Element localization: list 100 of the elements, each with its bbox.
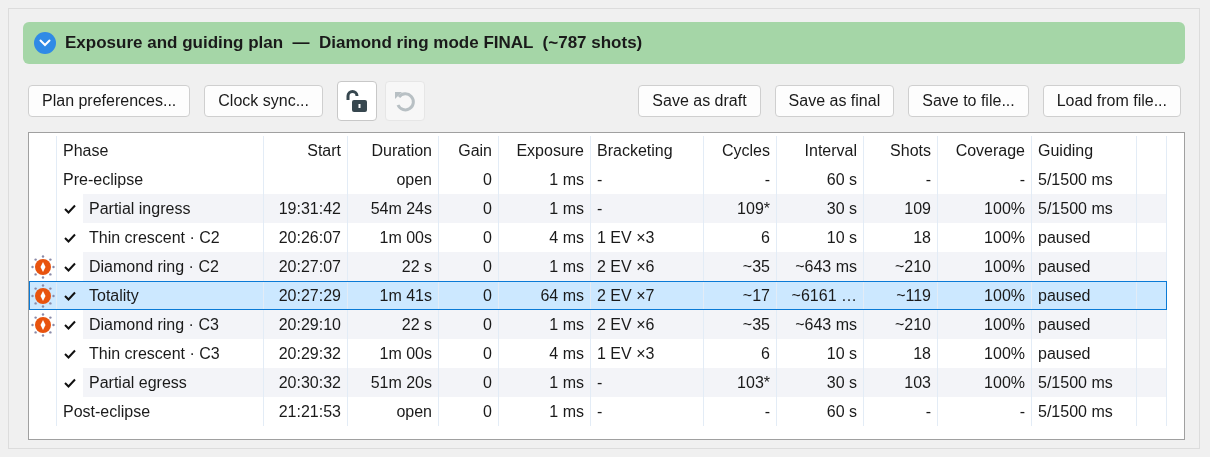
table-cell-text: 109* — [737, 198, 770, 219]
toolbar-button[interactable]: Load from file... — [1042, 85, 1181, 117]
phase-name: Thin crescent · C2 — [89, 227, 220, 248]
table-cell-text: 2 EV ×6 — [597, 256, 655, 277]
table-cell-text: 6 — [761, 227, 770, 248]
table-cell-text: 0 — [483, 169, 492, 190]
phase-name: Partial egress — [89, 372, 187, 393]
phase-name: Diamond ring · C3 — [89, 314, 219, 335]
table-cell-text: 60 s — [826, 401, 857, 422]
table-cell-text: - — [925, 169, 931, 190]
table-cell-text: 1 EV ×3 — [597, 227, 655, 248]
table-cell-text: 0 — [483, 372, 492, 393]
table-cell-text: 20:26:07 — [278, 227, 341, 248]
table-cell-text: 0 — [483, 401, 492, 422]
table-cell-text: ~17 — [742, 285, 770, 306]
table-cell-text: 0 — [483, 198, 492, 219]
toolbar-button[interactable]: Plan preferences... — [28, 85, 191, 117]
table-cell-text: 5/1500 ms — [1038, 198, 1113, 219]
table-cell-text: - — [597, 198, 603, 219]
table-cell-text: 103* — [737, 372, 770, 393]
table-cell-text: 103 — [904, 372, 931, 393]
table-cell-text: 100% — [984, 372, 1025, 393]
table-cell-text: 5/1500 ms — [1038, 372, 1113, 393]
column-header[interactable]: Start — [307, 138, 341, 163]
table-row[interactable]: Diamond ring · C3 20:29:10 22 s 0 1 ms 2 EV ×6 ~35 ~643 ms ~210 100% paused — [29, 310, 1167, 339]
column-header[interactable]: Phase — [63, 138, 109, 163]
table-cell-text: - — [1019, 169, 1025, 190]
table-cell-text: 20:27:29 — [278, 285, 341, 306]
table-cell-text: 1 ms — [549, 401, 584, 422]
table-cell-text: 4 ms — [549, 227, 584, 248]
table-cell-text: paused — [1038, 256, 1091, 277]
table-cell-text: 1m 00s — [379, 343, 432, 364]
column-header[interactable]: Duration — [371, 138, 432, 163]
table-cell-text: 51m 20s — [370, 372, 432, 393]
table-cell-text: 54m 24s — [370, 198, 432, 219]
table-cell-text: 1 ms — [549, 169, 584, 190]
table-cell-text: - — [764, 401, 770, 422]
unlock-icon[interactable] — [337, 81, 377, 121]
table-cell-text: - — [597, 169, 603, 190]
column-header[interactable]: Shots — [890, 138, 931, 163]
table-cell-text: ~6161 … — [791, 285, 857, 306]
phase-name: Diamond ring · C2 — [89, 256, 219, 277]
toolbar-button[interactable]: Save to file... — [908, 85, 1029, 117]
table-cell-text: 18 — [913, 343, 931, 364]
table-row[interactable]: Diamond ring · C2 20:27:07 22 s 0 1 ms 2 EV ×6 ~35 ~643 ms ~210 100% paused — [29, 252, 1167, 281]
table-cell-text: 5/1500 ms — [1038, 401, 1113, 422]
table-cell-text: 1 EV ×3 — [597, 343, 655, 364]
column-header[interactable]: Gain — [458, 138, 492, 163]
table-cell-text: paused — [1038, 227, 1091, 248]
table-cell-text: 100% — [984, 198, 1025, 219]
toolbar-button[interactable]: Clock sync... — [204, 85, 323, 117]
toolbar-button[interactable]: Save as draft — [638, 85, 761, 117]
table-cell-text: ~35 — [742, 314, 770, 335]
column-header[interactable]: Guiding — [1038, 138, 1094, 163]
table-cell-text: - — [764, 169, 770, 190]
table-cell-text: 0 — [483, 256, 492, 277]
table-cell-text: ~643 ms — [795, 314, 857, 335]
table-cell-text: 0 — [483, 343, 492, 364]
table-cell-text: 1 ms — [549, 314, 584, 335]
table-cell-text: 1m 41s — [379, 285, 432, 306]
table-cell-text: 19:31:42 — [278, 198, 341, 219]
column-header[interactable]: Interval — [804, 138, 857, 163]
table-cell-text: 2 EV ×7 — [597, 285, 655, 306]
table-cell-text: - — [1019, 401, 1025, 422]
table-cell-text: 1m 00s — [379, 227, 432, 248]
table-cell-text: ~210 — [894, 314, 931, 335]
table-row[interactable]: Post-eclipse 21:21:53 open 0 1 ms - - 60 s - - 5/1500 ms — [29, 397, 1167, 426]
table-cell-text: 100% — [984, 285, 1025, 306]
table-cell-text: paused — [1038, 285, 1091, 306]
table-cell-text: 109 — [904, 198, 931, 219]
table-cell-text: 30 s — [826, 372, 857, 393]
table-cell-text: 1 ms — [549, 198, 584, 219]
table-cell-text: 21:21:53 — [278, 401, 341, 422]
column-header[interactable]: Bracketing — [597, 138, 673, 163]
table-row[interactable]: Partial ingress 19:31:42 54m 24s 0 1 ms - 109* 30 s 109 100% 5/1500 ms — [29, 194, 1167, 223]
table-cell-text: 60 s — [826, 169, 857, 190]
toolbar-button[interactable]: Save as final — [774, 85, 895, 117]
phase-name: Partial ingress — [89, 198, 191, 219]
table-cell-text: 1 ms — [549, 372, 584, 393]
table-cell-text: open — [396, 169, 432, 190]
table-cell-text: 22 s — [401, 314, 432, 335]
table-cell-text: - — [925, 401, 931, 422]
table-cell-text: 20:27:07 — [278, 256, 341, 277]
section-title: Exposure and guiding plan — Diamond ring mode FINAL (~787 shots) — [65, 32, 643, 55]
section-header[interactable]: Exposure and guiding plan — Diamond ring mode FINAL (~787 shots) — [23, 22, 1185, 64]
table-cell-text: 64 ms — [540, 285, 584, 306]
selected-row[interactable]: Totality 20:27:29 1m 41s 0 64 ms 2 EV ×7 ~17 ~6161 … ~119 100% paused — [29, 281, 1167, 310]
phase-name: Thin crescent · C3 — [89, 343, 220, 364]
phase-name: Pre-eclipse — [63, 169, 144, 190]
table-cell-text: 20:30:32 — [278, 372, 341, 393]
table-cell-text: 5/1500 ms — [1038, 169, 1113, 190]
table-row[interactable]: Partial egress 20:30:32 51m 20s 0 1 ms - 103* 30 s 103 100% 5/1500 ms — [29, 368, 1167, 397]
table-cell-text: 100% — [984, 314, 1025, 335]
table-cell-text: 0 — [483, 314, 492, 335]
column-header[interactable]: Exposure — [516, 138, 584, 163]
table-cell-text: 1 ms — [549, 256, 584, 277]
table-cell-text: 0 — [483, 285, 492, 306]
collapse-icon[interactable] — [34, 32, 56, 54]
column-header[interactable]: Coverage — [955, 138, 1025, 163]
column-header[interactable]: Cycles — [722, 138, 770, 163]
